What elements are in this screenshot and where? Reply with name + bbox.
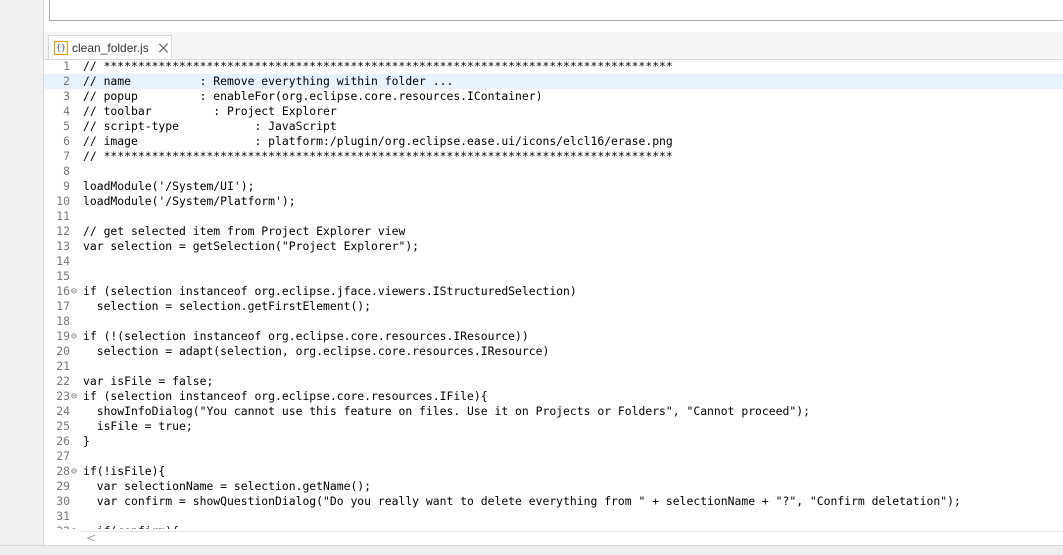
- code-text: selection = selection.getFirstElement();: [83, 299, 372, 313]
- line-number: 3: [63, 89, 70, 103]
- line-number: 31: [56, 509, 70, 523]
- line-number: 19: [56, 329, 70, 343]
- line-number: 13: [56, 239, 70, 253]
- fold-toggle-icon[interactable]: ⊖: [71, 389, 81, 404]
- fold-toggle-icon[interactable]: ⊖: [71, 284, 81, 299]
- code-text: var isFile = false;: [83, 374, 214, 388]
- line-number: 23: [56, 389, 70, 403]
- tab-label: clean_folder.js: [72, 40, 149, 55]
- code-line[interactable]: 2 // name : Remove everything within fold…: [44, 74, 1063, 89]
- code-text: var selectionName = selection.getName();: [83, 479, 372, 493]
- code-line[interactable]: 25 isFile = true;: [44, 419, 1063, 434]
- line-number: 25: [56, 419, 70, 433]
- code-text: selection = adapt(selection, org.eclipse…: [83, 344, 550, 358]
- line-number: 7: [63, 149, 70, 163]
- code-line[interactable]: 13 var selection = getSelection("Project …: [44, 239, 1063, 254]
- line-number: 21: [56, 359, 70, 373]
- line-number: 16: [56, 284, 70, 298]
- code-line[interactable]: 9 loadModule('/System/UI');: [44, 179, 1063, 194]
- horizontal-scrollbar[interactable]: [80, 531, 1063, 546]
- line-number: 4: [63, 104, 70, 118]
- code-line[interactable]: 12 // get selected item from Project Expl…: [44, 224, 1063, 239]
- code-text: // toolbar : Project Explorer: [83, 104, 337, 118]
- left-panel-strip: [0, 0, 44, 554]
- code-line[interactable]: 4 // toolbar : Project Explorer: [44, 104, 1063, 119]
- line-number: 20: [56, 344, 70, 358]
- line-number: 2: [63, 74, 70, 88]
- line-number: 27: [56, 449, 70, 463]
- code-line[interactable]: 10 loadModule('/System/Platform');: [44, 194, 1063, 209]
- code-line[interactable]: 20 selection = adapt(selection, org.ecli…: [44, 344, 1063, 359]
- line-number: 6: [63, 134, 70, 148]
- fold-toggle-icon[interactable]: ⊖: [71, 464, 81, 479]
- code-line[interactable]: 11: [44, 209, 1063, 224]
- code-line[interactable]: 21: [44, 359, 1063, 374]
- line-number: 10: [56, 194, 70, 208]
- code-line[interactable]: 16 ⊖ if (selection instanceof org.eclipse.…: [44, 284, 1063, 299]
- code-line[interactable]: 23 ⊖ if (selection instanceof org.eclipse.…: [44, 389, 1063, 404]
- code-text: isFile = true;: [83, 419, 193, 433]
- line-number: 30: [56, 494, 70, 508]
- code-line[interactable]: 6 // image : platform:/plugin/org.eclipse…: [44, 134, 1063, 149]
- code-line[interactable]: 5 // script-type : JavaScript: [44, 119, 1063, 134]
- code-line[interactable]: 31: [44, 509, 1063, 524]
- code-line[interactable]: 1 // ************************************…: [44, 59, 1063, 74]
- line-number: 1: [63, 59, 70, 73]
- editor-tab-bar: {} clean_folder.js: [44, 32, 1063, 60]
- line-number: 14: [56, 254, 70, 268]
- code-line[interactable]: 26}: [44, 434, 1063, 449]
- code-text: }: [83, 434, 90, 448]
- close-icon[interactable]: [157, 41, 171, 55]
- code-line[interactable]: 29 var selectionName = selection.getName…: [44, 479, 1063, 494]
- line-number: 11: [56, 209, 70, 223]
- code-editor[interactable]: 1 // ************************************…: [44, 59, 1063, 529]
- code-line[interactable]: 24 showInfoDialog("You cannot use this f…: [44, 404, 1063, 419]
- code-line[interactable]: 18: [44, 314, 1063, 329]
- code-line[interactable]: 8: [44, 164, 1063, 179]
- code-line[interactable]: 22 var isFile = false;: [44, 374, 1063, 389]
- line-number: 28: [56, 464, 70, 478]
- code-text: showInfoDialog("You cannot use this feat…: [83, 404, 810, 418]
- code-text: // script-type : JavaScript: [83, 119, 337, 133]
- code-text: // image : platform:/plugin/org.eclipse.…: [83, 134, 673, 148]
- line-number: 12: [56, 224, 70, 238]
- code-text: // name : Remove everything within folde…: [83, 74, 454, 88]
- code-text: var selection = getSelection("Project Ex…: [83, 239, 420, 253]
- code-text: if (selection instanceof org.eclipse.jfa…: [83, 284, 577, 298]
- line-number: 17: [56, 299, 70, 313]
- fold-toggle-icon[interactable]: ⊖: [71, 329, 81, 344]
- code-line[interactable]: 28 ⊖ if(!isFile){: [44, 464, 1063, 479]
- code-line[interactable]: 15: [44, 269, 1063, 284]
- line-number: 26: [56, 434, 70, 448]
- code-text: if (selection instanceof org.eclipse.cor…: [83, 389, 488, 403]
- code-line[interactable]: 7 // ************************************…: [44, 149, 1063, 164]
- code-line[interactable]: 14: [44, 254, 1063, 269]
- line-number: 29: [56, 479, 70, 493]
- line-number: 22: [56, 374, 70, 388]
- code-line[interactable]: 3 // popup : enableFor(org.eclipse.core.r…: [44, 89, 1063, 104]
- code-text: var confirm = showQuestionDialog("Do you…: [83, 494, 961, 508]
- javascript-file-icon: {}: [54, 40, 68, 55]
- code-line[interactable]: 30 var confirm = showQuestionDialog("Do …: [44, 494, 1063, 509]
- code-line[interactable]: 19 ⊖ if (!(selection instanceof org.eclips…: [44, 329, 1063, 344]
- code-text: // *************************************…: [83, 149, 673, 163]
- code-text: loadModule('/System/Platform');: [83, 194, 296, 208]
- code-text: if(!isFile){: [83, 464, 166, 478]
- line-number: 24: [56, 404, 70, 418]
- code-text: loadModule('/System/UI');: [83, 179, 255, 193]
- top-view-panel: [49, 0, 1063, 21]
- line-number: 9: [63, 179, 70, 193]
- line-number: 18: [56, 314, 70, 328]
- line-number: 8: [63, 164, 70, 178]
- code-text: if (!(selection instanceof org.eclipse.c…: [83, 329, 529, 343]
- code-text: // popup : enableFor(org.eclipse.core.re…: [83, 89, 543, 103]
- line-number: 5: [63, 119, 70, 133]
- code-line[interactable]: 17 selection = selection.getFirstElement…: [44, 299, 1063, 314]
- scroll-left-arrow-icon[interactable]: <: [86, 531, 96, 545]
- code-line[interactable]: 27: [44, 449, 1063, 464]
- code-text: // get selected item from Project Explor…: [83, 224, 406, 238]
- line-number: 15: [56, 269, 70, 283]
- tab-clean-folder-js[interactable]: {} clean_folder.js: [48, 35, 172, 59]
- code-text: // *************************************…: [83, 59, 673, 73]
